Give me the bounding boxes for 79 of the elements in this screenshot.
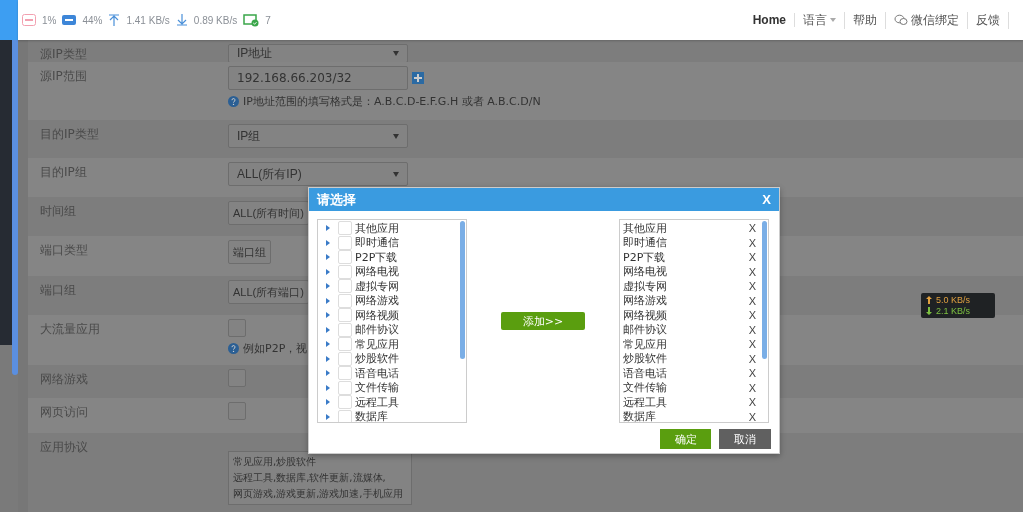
- chosen-label: 网络游戏: [623, 293, 667, 309]
- chosen-label: 网络视频: [623, 307, 667, 323]
- remove-button[interactable]: X: [748, 410, 756, 422]
- stat-value: 7: [265, 14, 271, 26]
- download-speed: 2.1 KB/s: [926, 306, 990, 316]
- category-label[interactable]: 远程工具: [355, 394, 399, 410]
- remove-button[interactable]: X: [748, 294, 756, 307]
- ram-icon: [62, 14, 77, 26]
- upload-arrow-icon: [108, 14, 121, 26]
- category-label[interactable]: 其他应用: [355, 220, 399, 236]
- chosen-label: 炒股软件: [623, 351, 667, 367]
- add-icon[interactable]: [412, 72, 424, 84]
- remove-button[interactable]: X: [748, 381, 756, 394]
- upload-speed: 5.0 KB/s: [926, 295, 990, 305]
- chosen-label: 虚拟专网: [623, 278, 667, 294]
- stat-value: 1.41 KB/s: [126, 14, 170, 26]
- remove-button[interactable]: X: [748, 352, 756, 365]
- caret-icon: [393, 51, 399, 56]
- remove-button[interactable]: X: [748, 323, 756, 336]
- chosen-label: 即时通信: [623, 235, 667, 251]
- checkbox[interactable]: [228, 402, 246, 420]
- chat-bubbles-icon: [894, 14, 908, 26]
- category-label[interactable]: P2P下载: [355, 249, 398, 265]
- chosen-label: 网络电视: [623, 264, 667, 280]
- category-label[interactable]: 常见应用: [355, 336, 399, 352]
- nav-link[interactable]: 反馈: [968, 11, 1009, 29]
- category-label[interactable]: 网络游戏: [355, 293, 399, 309]
- remove-button[interactable]: X: [748, 367, 756, 380]
- category-label[interactable]: 炒股软件: [355, 351, 399, 367]
- checkbox[interactable]: [228, 319, 246, 337]
- up-arrow-icon: [926, 296, 932, 304]
- remove-button[interactable]: X: [748, 251, 756, 264]
- help-text: IP地址范围的填写格式是：A.B.C.D-E.F.G.H 或者 A.B.C.D/N: [228, 94, 541, 109]
- caret-icon: [393, 133, 399, 139]
- chosen-label: P2P下载: [623, 249, 666, 265]
- category-label[interactable]: 网络视频: [355, 307, 399, 323]
- monitor-check-icon: [243, 13, 260, 27]
- stat-value: 44%: [82, 14, 103, 26]
- remove-button[interactable]: X: [748, 280, 756, 293]
- header-corner-block: [0, 0, 18, 40]
- question-icon: [228, 343, 239, 354]
- cancel-button[interactable]: 取消: [719, 429, 771, 449]
- dialog-title: 请选择: [317, 190, 356, 209]
- category-label[interactable]: 虚拟专网: [355, 278, 399, 294]
- stat-value: 0.89 KB/s: [193, 14, 238, 26]
- stat-value: 1%: [42, 14, 57, 26]
- question-icon: [228, 96, 239, 107]
- remove-button[interactable]: X: [748, 396, 756, 409]
- help-text: 例如P2P，视: [228, 341, 308, 356]
- chosen-label: 邮件协议: [623, 322, 667, 338]
- chosen-label: 数据库: [623, 409, 656, 422]
- category-label[interactable]: 即时通信: [355, 235, 399, 251]
- download-arrow-icon: [175, 14, 188, 26]
- category-label[interactable]: 语音电话: [355, 365, 399, 381]
- chosen-label: 常见应用: [623, 336, 667, 352]
- remove-button[interactable]: X: [748, 236, 756, 249]
- chosen-label: 其他应用: [623, 220, 667, 236]
- wechat-bind-link[interactable]: 微信绑定: [886, 11, 968, 29]
- category-label[interactable]: 文件传输: [355, 380, 399, 396]
- scrollbar-thumb[interactable]: [762, 221, 767, 359]
- down-arrow-icon: [926, 307, 932, 315]
- language-menu[interactable]: 语言: [795, 11, 845, 29]
- scrollbar-thumb[interactable]: [460, 221, 465, 359]
- chosen-label: 远程工具: [623, 394, 667, 410]
- remove-button[interactable]: X: [748, 309, 756, 322]
- chosen-label: 语音电话: [623, 365, 667, 381]
- remove-button[interactable]: X: [748, 222, 756, 235]
- home-link[interactable]: Home: [744, 13, 795, 27]
- caret-icon: [393, 171, 399, 177]
- cpu-icon: [22, 14, 36, 26]
- category-label[interactable]: 网络电视: [355, 264, 399, 280]
- category-label[interactable]: 邮件协议: [355, 322, 399, 338]
- nav-link[interactable]: 帮助: [845, 11, 886, 29]
- category-label[interactable]: 数据库: [355, 409, 388, 422]
- scrollbar[interactable]: [12, 40, 18, 375]
- caret-icon: [830, 18, 836, 22]
- chosen-label: 文件传输: [623, 380, 667, 396]
- remove-button[interactable]: X: [748, 338, 756, 351]
- remove-button[interactable]: X: [748, 265, 756, 278]
